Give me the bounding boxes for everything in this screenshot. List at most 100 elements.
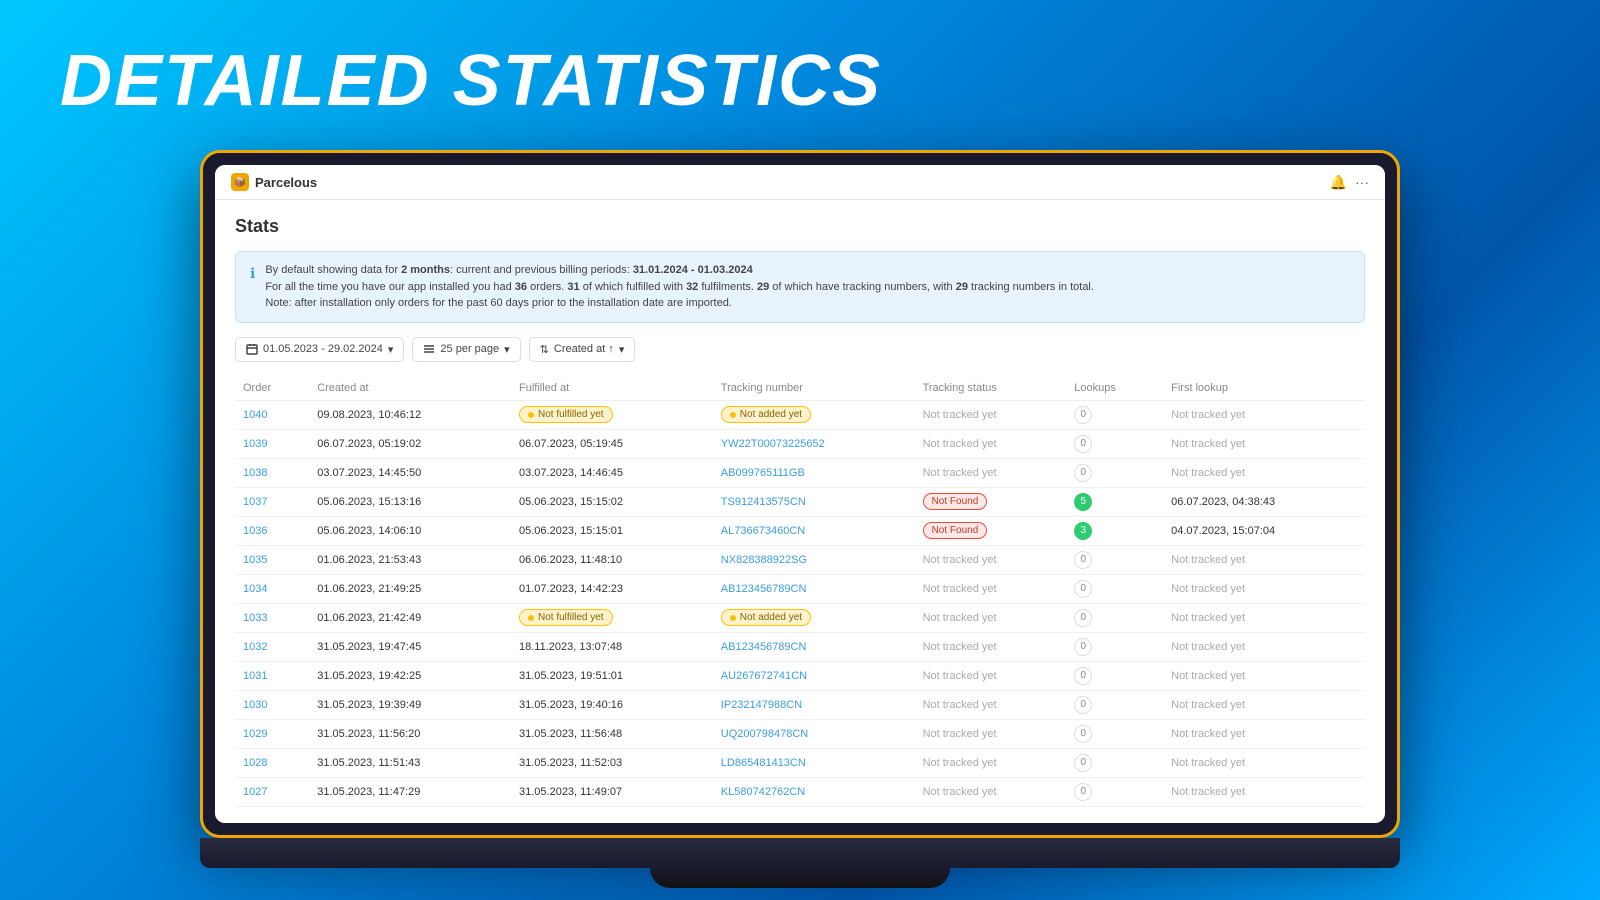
tracking-number-link[interactable]: AU267672741CN [721,670,807,682]
laptop-screen: 📦 Parcelous 🔔 ··· Stats ℹ By default sho… [200,150,1400,838]
order-cell: 1032 [235,632,309,661]
app-name: Parcelous [255,175,317,190]
tracking-number-link[interactable]: AB099765111GB [721,467,805,479]
order-cell: 1027 [235,777,309,806]
tracking-number-cell: AB123456789CN [713,632,915,661]
stats-title: Stats [235,216,1365,237]
tracking-number-link[interactable]: UQ200798478CN [721,728,808,740]
order-cell: 1039 [235,429,309,458]
order-link[interactable]: 1034 [243,583,267,595]
table-row: 103705.06.2023, 15:13:1605.06.2023, 15:1… [235,487,1365,516]
order-link[interactable]: 1040 [243,409,267,421]
order-cell: 1033 [235,603,309,632]
sort-label: Created at ↑ [554,343,614,355]
order-cell: 1030 [235,690,309,719]
tracking-number-cell: AU267672741CN [713,661,915,690]
tracking-number-link[interactable]: NX828388922SG [721,554,807,566]
created-at-cell: 05.06.2023, 14:06:10 [309,516,511,545]
tracking-number-link[interactable]: IP232147988CN [721,699,802,711]
first-lookup-cell: Not tracked yet [1163,545,1365,574]
fulfilled-at-cell: 05.06.2023, 15:15:02 [511,487,713,516]
order-link[interactable]: 1027 [243,786,267,798]
fulfilled-at-cell: 31.05.2023, 19:40:16 [511,690,713,719]
lookups-cell: 5 [1066,487,1163,516]
first-lookup-cell: Not tracked yet [1163,661,1365,690]
order-link[interactable]: 1035 [243,554,267,566]
tracking-status-cell: Not tracked yet [915,661,1067,690]
order-link[interactable]: 1028 [243,757,267,769]
page-title: DETAILED STATISTICS [60,40,882,122]
lookups-cell: 3 [1066,516,1163,545]
order-cell: 1037 [235,487,309,516]
fulfilled-at-cell: 31.05.2023, 19:51:01 [511,661,713,690]
per-page-filter[interactable]: 25 per page ▾ [412,337,520,362]
order-link[interactable]: 1030 [243,699,267,711]
fulfilled-at-cell: 18.11.2023, 13:07:48 [511,632,713,661]
tracking-status-cell: Not tracked yet [915,690,1067,719]
order-cell: 1035 [235,545,309,574]
info-icon: ℹ [250,263,255,312]
first-lookup-cell: Not tracked yet [1163,690,1365,719]
tracking-number-link[interactable]: AB123456789CN [721,641,807,653]
tracking-number-link[interactable]: YW22T00073225652 [721,438,825,450]
order-link[interactable]: 1029 [243,728,267,740]
tracking-number-cell: YW22T00073225652 [713,429,915,458]
order-link[interactable]: 1036 [243,525,267,537]
created-at-cell: 01.06.2023, 21:49:25 [309,574,511,603]
date-range-label: 01.05.2023 - 29.02.2024 [263,343,383,355]
table-row: 103301.06.2023, 21:42:49Not fulfilled ye… [235,603,1365,632]
order-link[interactable]: 1038 [243,467,267,479]
col-fulfilled: Fulfilled at [511,376,713,401]
fulfilled-at-cell: 03.07.2023, 14:46:45 [511,458,713,487]
tracking-number-link[interactable]: LD865481413CN [721,757,806,769]
date-range-chevron: ▾ [388,343,394,356]
table-row: 103231.05.2023, 19:47:4518.11.2023, 13:0… [235,632,1365,661]
lookups-cell: 0 [1066,719,1163,748]
tracking-number-cell: UQ200798478CN [713,719,915,748]
order-link[interactable]: 1037 [243,496,267,508]
sort-chevron: ▾ [619,343,625,356]
fulfilled-at-cell: 06.06.2023, 11:48:10 [511,545,713,574]
tracking-number-link[interactable]: TS912413575CN [721,496,806,508]
lookups-cell: 0 [1066,458,1163,487]
lookup-count: 0 [1074,725,1092,743]
tracking-number-link[interactable]: AB123456789CN [721,583,807,595]
logo-icon: 📦 [231,173,249,191]
lookup-count: 0 [1074,783,1092,801]
tracking-number-link[interactable]: KL580742762CN [721,786,805,798]
date-range-filter[interactable]: 01.05.2023 - 29.02.2024 ▾ [235,337,404,362]
laptop-container: 📦 Parcelous 🔔 ··· Stats ℹ By default sho… [200,150,1400,888]
first-lookup-cell: 04.07.2023, 15:07:04 [1163,516,1365,545]
bell-icon[interactable]: 🔔 [1330,174,1347,191]
sort-filter[interactable]: ⇅ Created at ↑ ▾ [529,337,636,362]
table-row: 103401.06.2023, 21:49:2501.07.2023, 14:4… [235,574,1365,603]
sort-icon: ⇅ [540,343,549,356]
lookups-cell: 0 [1066,690,1163,719]
tracking-number-cell: AB123456789CN [713,574,915,603]
table-row: 103605.06.2023, 14:06:1005.06.2023, 15:1… [235,516,1365,545]
tracking-status-cell: Not Found [915,487,1067,516]
order-link[interactable]: 1033 [243,612,267,624]
app-bar: 📦 Parcelous 🔔 ··· [215,165,1385,200]
first-lookup-cell: Not tracked yet [1163,603,1365,632]
more-icon[interactable]: ··· [1355,174,1369,190]
tracking-number-cell: AB099765111GB [713,458,915,487]
lookup-count: 0 [1074,435,1092,453]
order-cell: 1036 [235,516,309,545]
table-row: 102931.05.2023, 11:56:2031.05.2023, 11:5… [235,719,1365,748]
order-link[interactable]: 1032 [243,641,267,653]
tracking-status-cell: Not tracked yet [915,603,1067,632]
first-lookup-cell: Not tracked yet [1163,400,1365,429]
per-page-label: 25 per page [440,343,499,355]
tracking-number-link[interactable]: AL736673460CN [721,525,805,537]
laptop-base [200,838,1400,868]
order-link[interactable]: 1031 [243,670,267,682]
tracking-number-cell: NX828388922SG [713,545,915,574]
order-link[interactable]: 1039 [243,438,267,450]
first-lookup-cell: Not tracked yet [1163,458,1365,487]
tracking-number-cell: AL736673460CN [713,516,915,545]
first-lookup-cell: Not tracked yet [1163,719,1365,748]
lookups-cell: 0 [1066,603,1163,632]
fulfilled-at-cell: Not fulfilled yet [511,400,713,429]
lookup-count: 0 [1074,667,1092,685]
